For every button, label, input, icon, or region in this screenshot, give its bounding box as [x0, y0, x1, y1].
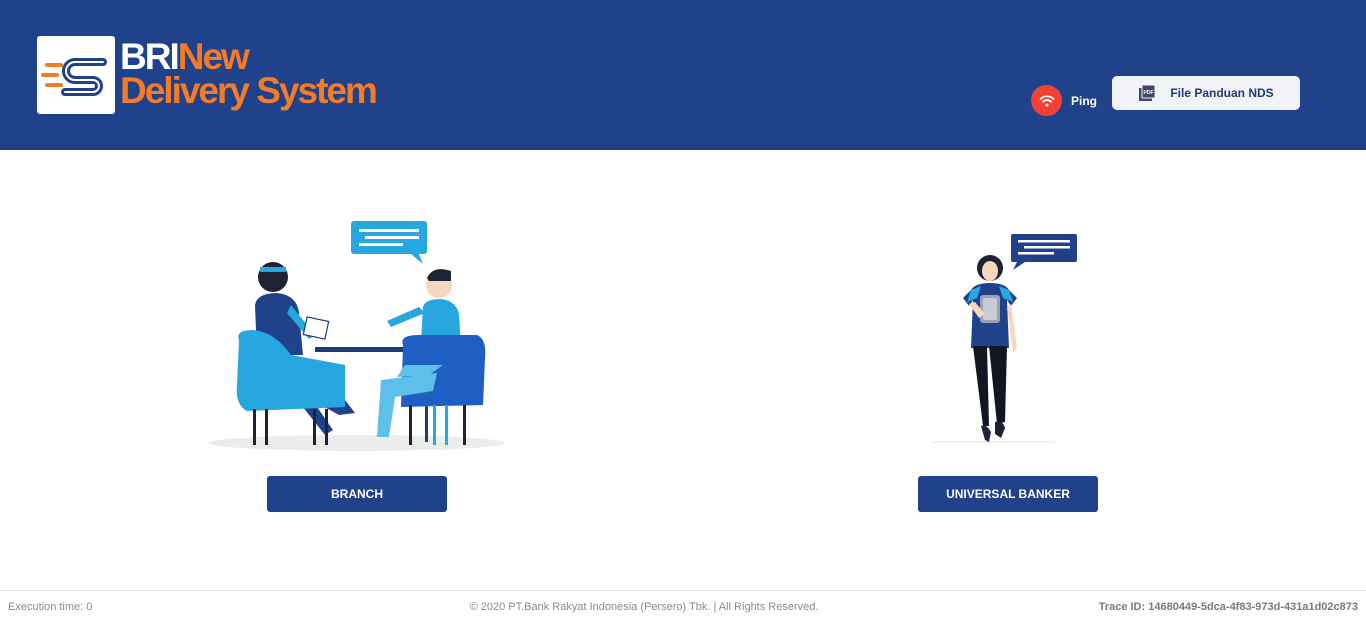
universal-banker-button[interactable]: UNIVERSAL BANKER	[918, 476, 1098, 512]
wifi-icon	[1031, 85, 1062, 116]
header-bar: BRINew Delivery System Ping PDF File Pan…	[0, 0, 1366, 150]
branch-illustration	[205, 215, 510, 460]
pdf-icon: PDF	[1139, 84, 1156, 101]
ping-indicator[interactable]: Ping	[1031, 84, 1097, 117]
brand-delivery-system: Delivery System	[120, 70, 378, 111]
brand-wordmark: BRINew Delivery System	[120, 38, 378, 111]
file-panduan-button[interactable]: PDF File Panduan NDS	[1112, 76, 1300, 110]
footer: Execution time: 0 © 2020 PT.Bank Rakyat …	[0, 590, 1366, 625]
file-panduan-label: File Panduan NDS	[1170, 86, 1274, 100]
universal-banker-illustration	[925, 228, 1085, 458]
svg-text:PDF: PDF	[1144, 90, 1154, 96]
bri-nds-logo	[37, 36, 115, 114]
copyright-text: © 2020 PT.Bank Rakyat Indonesia (Persero…	[469, 601, 819, 613]
branch-button[interactable]: BRANCH	[267, 476, 447, 512]
trace-id: Trace ID: 14680449-5dca-4f83-973d-431a1d…	[1098, 601, 1358, 613]
ping-label: Ping	[1071, 93, 1097, 108]
logo-mark-icon	[41, 58, 107, 96]
